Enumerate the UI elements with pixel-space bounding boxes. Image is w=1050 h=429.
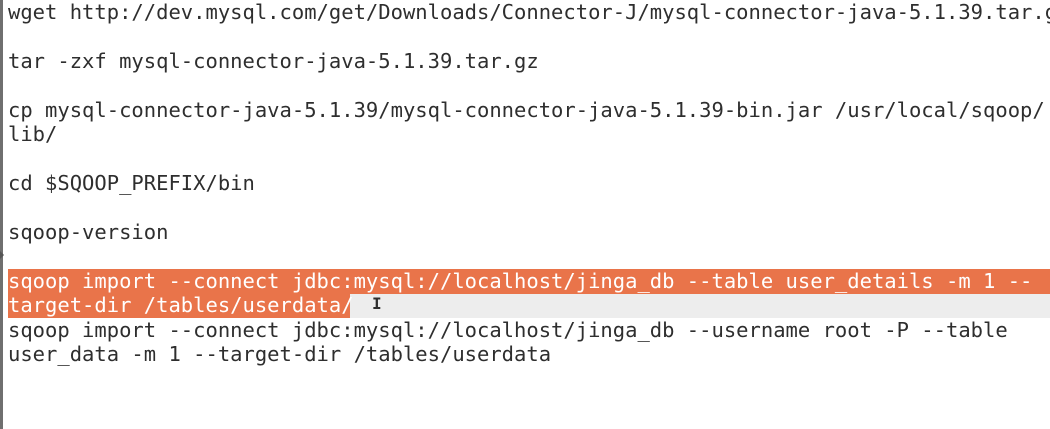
text-line[interactable]: tar -zxf mysql-connector-java-5.1.39.tar… <box>8 49 539 73</box>
selected-text-line[interactable]: target-dir /tables/userdata/ <box>8 293 354 317</box>
text-line[interactable]: sqoop-version <box>8 220 168 244</box>
editor-text-area[interactable]: wget http://dev.mysql.com/get/Downloads/… <box>8 0 1050 429</box>
text-editor[interactable]: wget http://dev.mysql.com/get/Downloads/… <box>0 0 1050 429</box>
text-line[interactable]: cp mysql-connector-java-5.1.39/mysql-con… <box>8 98 1045 122</box>
text-line[interactable]: user_data -m 1 --target-dir /tables/user… <box>8 342 551 366</box>
text-line[interactable]: lib/ <box>8 122 57 146</box>
text-cursor-icon: I <box>372 294 382 313</box>
text-line[interactable]: cd $SQOOP_PREFIX/bin <box>8 171 255 195</box>
text-line[interactable]: wget http://dev.mysql.com/get/Downloads/… <box>8 0 1050 24</box>
editor-gutter <box>0 0 4 429</box>
current-line-marker-icon <box>0 251 4 259</box>
selected-text-line[interactable]: sqoop import --connect jdbc:mysql://loca… <box>8 269 1032 293</box>
text-line[interactable]: sqoop import --connect jdbc:mysql://loca… <box>8 318 1008 342</box>
